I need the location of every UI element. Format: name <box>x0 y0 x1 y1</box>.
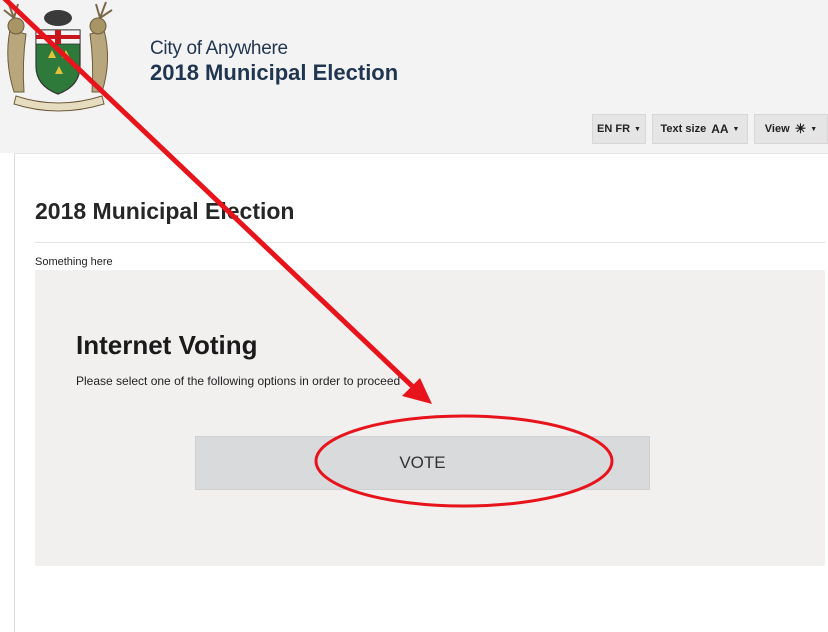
voting-panel: Internet Voting Please select one of the… <box>35 270 825 566</box>
panel-title: Internet Voting <box>76 330 258 360</box>
language-toggle[interactable]: EN FR ▼ <box>592 114 646 144</box>
intro-text: Something here <box>35 256 113 268</box>
caret-down-icon: ▼ <box>634 125 641 133</box>
page: City of Anywhere 2018 Municipal Election… <box>0 0 828 632</box>
text-size-dropdown[interactable]: Text size AA ▼ <box>652 114 748 144</box>
language-label: EN FR <box>597 123 631 135</box>
text-size-label: Text size <box>660 123 707 135</box>
site-election-title: 2018 Municipal Election <box>150 60 399 85</box>
site-header: City of Anywhere 2018 Municipal Election… <box>0 0 828 153</box>
coat-of-arms-logo <box>3 1 113 112</box>
panel-instructions: Please select one of the following optio… <box>76 374 401 388</box>
city-name: City of Anywhere <box>150 38 288 59</box>
page-title: 2018 Municipal Election <box>35 198 295 224</box>
view-label: View <box>764 123 790 135</box>
text-size-glyph: AA <box>711 122 729 136</box>
vote-button[interactable]: VOTE <box>195 436 650 490</box>
main-content: 2018 Municipal Election Something here I… <box>14 153 828 632</box>
view-dropdown[interactable]: View ☀ ▼ <box>754 114 828 144</box>
divider <box>35 242 825 243</box>
caret-down-icon: ▼ <box>732 125 740 133</box>
caret-down-icon: ▼ <box>810 125 818 133</box>
sun-icon: ☀ <box>794 121 807 136</box>
